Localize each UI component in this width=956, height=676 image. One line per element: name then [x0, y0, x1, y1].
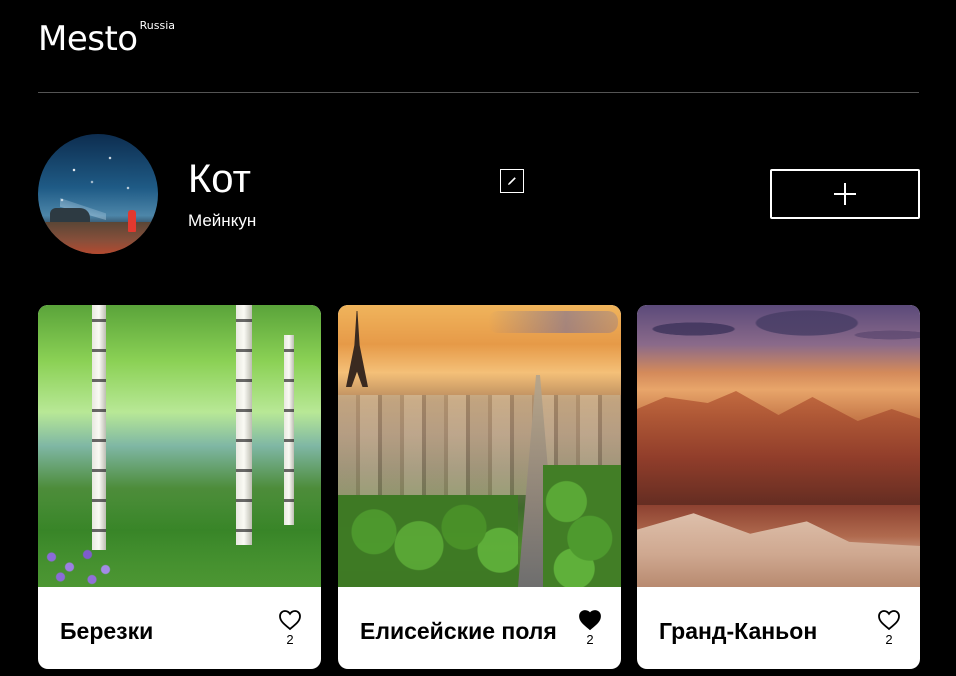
card-title: Березки	[60, 618, 154, 644]
plus-icon	[834, 183, 856, 205]
profile-about: Мейнкун	[188, 211, 257, 230]
profile-name: Кот	[188, 157, 251, 201]
card-image-paris-avenue[interactable]	[338, 305, 621, 587]
trees	[543, 465, 621, 587]
avatar-person	[128, 210, 136, 232]
card-title: Елисейские поля	[360, 618, 557, 644]
heart-outline-icon	[279, 610, 301, 631]
edit-profile-button[interactable]	[500, 169, 524, 193]
sky-cloud	[488, 311, 618, 333]
header: Mesto Russia	[38, 16, 919, 94]
cards-grid: Березки 2 Елисейские поля 2 Гранд-Каньон…	[38, 305, 920, 670]
heart-filled-icon	[579, 610, 601, 631]
card: Гранд-Каньон 2	[637, 305, 920, 669]
like-count: 2	[586, 632, 594, 647]
like-button[interactable]	[877, 609, 901, 631]
birch-trunk	[92, 305, 106, 550]
trees	[338, 495, 518, 587]
logo-text: Mesto	[38, 19, 138, 59]
canyon-ridge	[637, 391, 920, 505]
heart-outline-icon	[878, 610, 900, 631]
card-image-birch-forest[interactable]	[38, 305, 321, 587]
avatar-ground	[38, 222, 158, 254]
card-image-grand-canyon[interactable]	[637, 305, 920, 587]
birch-trunk	[284, 335, 294, 525]
logo-superscript: Russia	[139, 19, 175, 32]
add-card-button[interactable]	[770, 169, 920, 219]
like-count: 2	[885, 632, 893, 647]
clouds	[637, 305, 920, 365]
card: Елисейские поля 2	[338, 305, 621, 669]
pencil-icon	[508, 177, 516, 185]
header-divider	[38, 92, 919, 93]
logo: Mesto Russia	[38, 19, 175, 59]
like-count: 2	[286, 632, 294, 647]
like-button[interactable]	[278, 609, 302, 631]
like-button-active[interactable]	[578, 609, 602, 631]
canyon-rock	[637, 513, 920, 587]
avatar-rock	[50, 208, 90, 222]
eiffel-tower	[346, 311, 368, 387]
flowers	[38, 537, 128, 587]
page: Mesto Russia Кот Мейнкун Березки 2 Елисе…	[0, 0, 956, 676]
birch-trunk	[236, 305, 252, 545]
card: Березки 2	[38, 305, 321, 669]
card-title: Гранд-Каньон	[659, 618, 818, 644]
avatar[interactable]	[38, 134, 158, 254]
